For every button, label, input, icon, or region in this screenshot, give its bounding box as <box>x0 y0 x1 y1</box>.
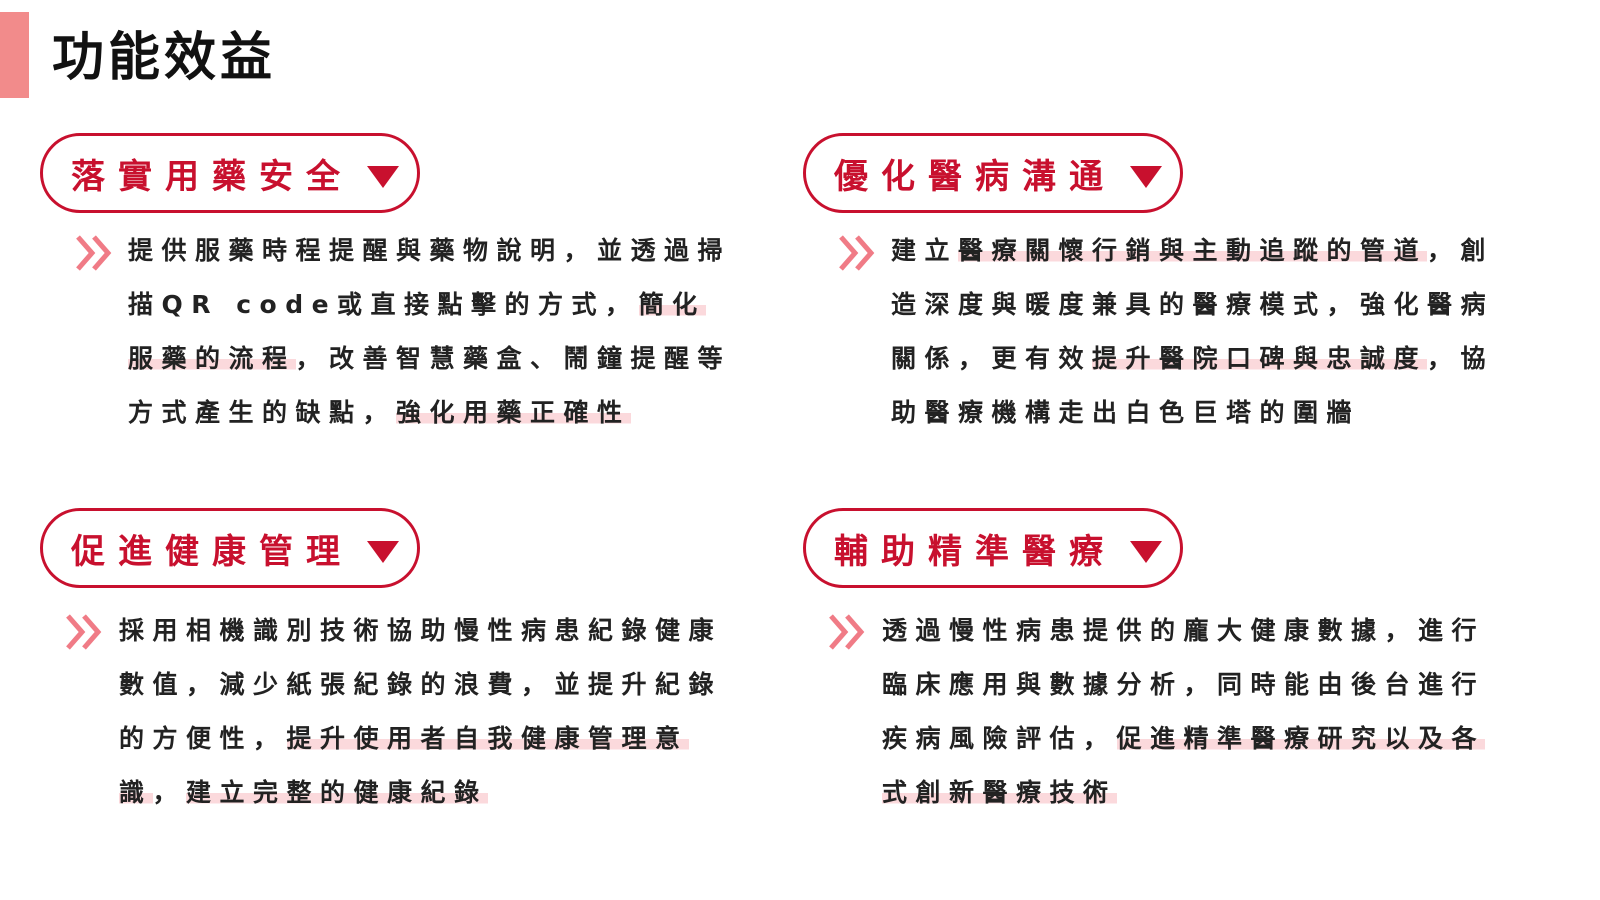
double-chevron-right-icon <box>66 614 102 650</box>
double-chevron-right-icon <box>829 614 865 650</box>
caret-down-icon <box>1130 166 1162 188</box>
highlighted-text: 強化用藥正確性 <box>396 398 631 427</box>
section-description: 提供服藥時程提醒與藥物說明，並透過掃描QR code或直接點擊的方式，簡化服藥的… <box>128 224 733 440</box>
title-accent-bar <box>0 12 29 98</box>
double-chevron-right-icon <box>76 235 112 271</box>
section-heading: 輔助精準醫療 <box>834 531 1116 572</box>
section-heading: 促進健康管理 <box>71 531 353 572</box>
section-heading: 落實用藥安全 <box>71 156 353 197</box>
section-heading-pill: 優化醫病溝通 <box>803 133 1183 213</box>
text-run: 建立 <box>891 236 959 265</box>
section-heading-pill: 落實用藥安全 <box>40 133 420 213</box>
section-heading-pill: 促進健康管理 <box>40 508 420 588</box>
highlighted-text: 醫療關懷行銷與主動追蹤的管道 <box>958 236 1428 265</box>
section-heading-pill: 輔助精準醫療 <box>803 508 1183 588</box>
highlighted-text: 建立完整的健康紀錄 <box>186 778 488 807</box>
section-heading: 優化醫病溝通 <box>834 156 1116 197</box>
page-title: 功能效益 <box>52 28 277 88</box>
caret-down-icon <box>367 166 399 188</box>
section-description: 建立醫療關懷行銷與主動追蹤的管道，創造深度與暖度兼具的醫療模式，強化醫病關係，更… <box>891 224 1496 440</box>
text-run: ， <box>152 778 187 807</box>
highlighted-text: 提升醫院口碑與忠誠度 <box>1092 344 1428 373</box>
caret-down-icon <box>1130 541 1162 563</box>
section-description: 透過慢性病患提供的龐大健康數據，進行臨床應用與數據分析，同時能由後台進行疾病風險… <box>882 604 1487 820</box>
caret-down-icon <box>367 541 399 563</box>
section-description: 採用相機識別技術協助慢性病患紀錄健康數值，減少紙張紀錄的浪費，並提升紀錄的方便性… <box>119 604 724 820</box>
double-chevron-right-icon <box>839 235 875 271</box>
